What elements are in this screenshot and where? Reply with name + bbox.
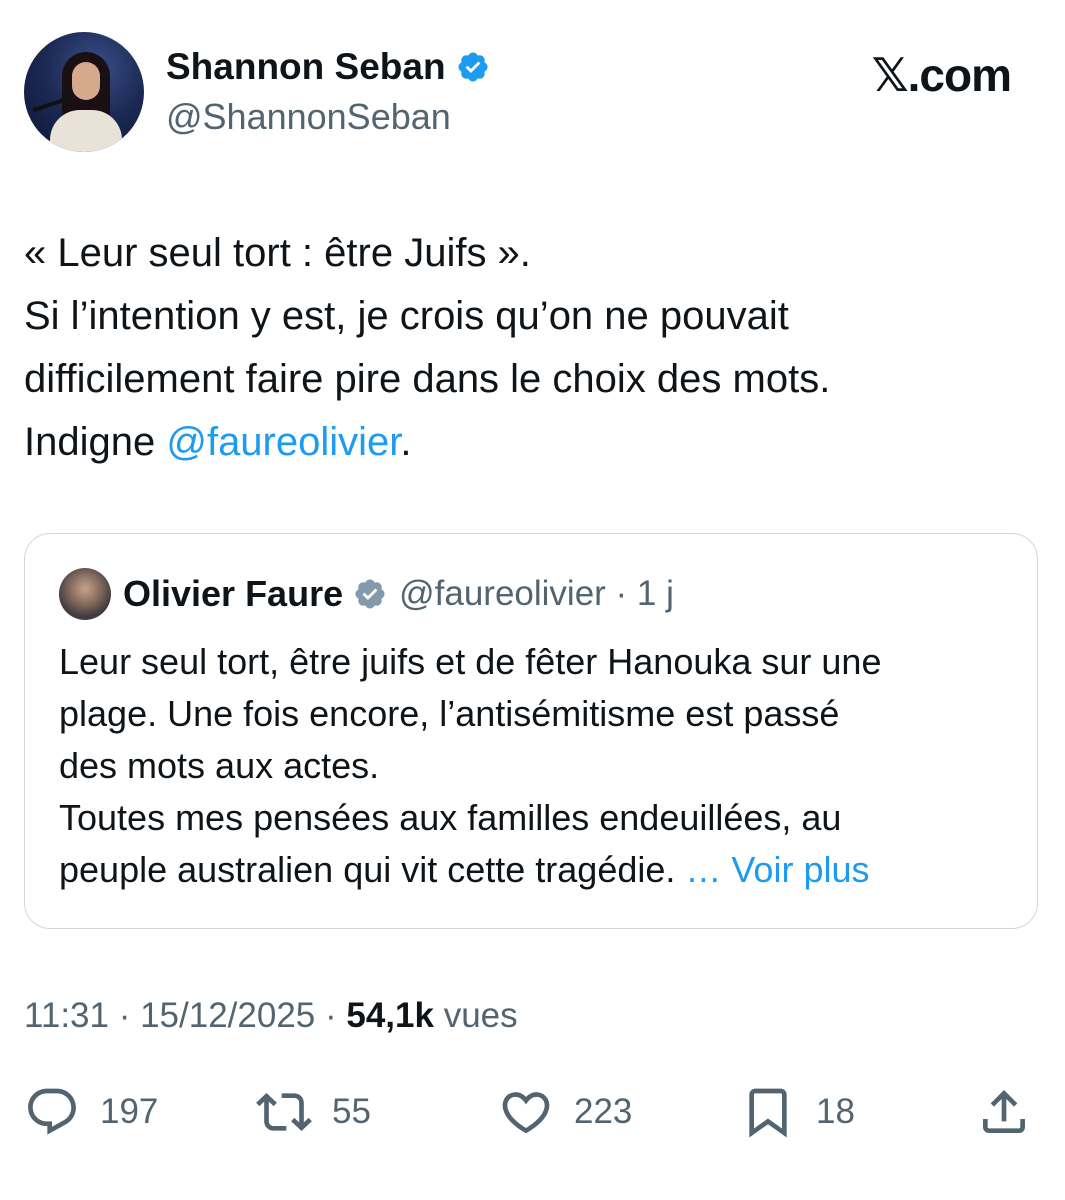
tweet-line: Si l’intention y est, je crois qu’on ne … [24,294,789,338]
like-button[interactable]: 223 [498,1080,632,1144]
quoted-last-text: peuple australien qui vit cette tragédie… [59,849,686,890]
avatar-body [50,110,122,152]
tweet-text: « Leur seul tort : être Juifs ». Si l’in… [24,222,1034,474]
reply-icon [28,1088,76,1135]
reply-count: 197 [100,1092,159,1131]
bookmark-count: 18 [816,1092,855,1131]
quoted-handle-time[interactable]: @faureolivier · 1 j [399,574,674,614]
tweet-line: « Leur seul tort : être Juifs ». [24,231,531,275]
quoted-author-name[interactable]: Olivier Faure [123,573,343,615]
bookmark-icon [749,1088,787,1138]
x-com-logo: 𝕏.com [871,49,1012,101]
author-name-row: Shannon Seban [166,46,490,88]
quoted-line: Leur seul tort, être juifs et de fêter H… [59,641,882,682]
mention-link[interactable]: @faureolivier [166,420,400,464]
quoted-tweet-card[interactable]: Olivier Faure @faureolivier · 1 j Leur s… [24,533,1038,929]
views-label: vues [433,996,518,1035]
tweet-text-suffix: . [400,420,412,464]
quoted-line-last: peuple australien qui vit cette tragédie… [59,844,1019,896]
verified-badge-icon [355,579,385,609]
repost-button[interactable]: 55 [256,1080,371,1144]
repost-count: 55 [332,1092,371,1131]
quoted-line: Toutes mes pensées aux familles endeuill… [59,797,842,838]
tweet-text-prefix: Indigne [24,420,167,464]
tweet-line: difficilement faire pire dans le choix d… [24,357,831,401]
heart-icon [502,1092,550,1134]
quoted-tweet-header: Olivier Faure @faureolivier · 1 j [59,568,674,620]
see-more-link[interactable]: … Voir plus [685,849,869,890]
verified-badge-icon [458,52,488,82]
quoted-tweet-text: Leur seul tort, être juifs et de fêter H… [59,636,1019,896]
quoted-author-avatar[interactable] [59,568,111,620]
quoted-line: plage. Une fois encore, l’antisémitisme … [59,693,840,734]
avatar-face [72,62,100,100]
author-display-name[interactable]: Shannon Seban [166,46,446,88]
timestamp[interactable]: 11:31 · 15/12/2025 · [24,996,346,1035]
quoted-line: des mots aux actes. [59,745,380,786]
reply-button[interactable]: 197 [24,1080,158,1144]
tweet-header: Shannon Seban @ShannonSeban 𝕏.com [24,32,1041,156]
share-button[interactable] [976,1080,1032,1144]
repost-icon [256,1093,312,1131]
bookmark-button[interactable]: 18 [740,1080,855,1144]
views-count: 54,1k [346,996,434,1035]
action-bar: 197 55 223 18 [0,1080,1065,1150]
author-handle[interactable]: @ShannonSeban [166,96,451,138]
tweet-line-last: Indigne @faureolivier. [24,411,1034,474]
author-avatar[interactable] [24,32,144,152]
like-count: 223 [574,1092,633,1131]
tweet-metadata: 11:31 · 15/12/2025 · 54,1k vues [24,996,518,1036]
share-icon [983,1090,1025,1133]
